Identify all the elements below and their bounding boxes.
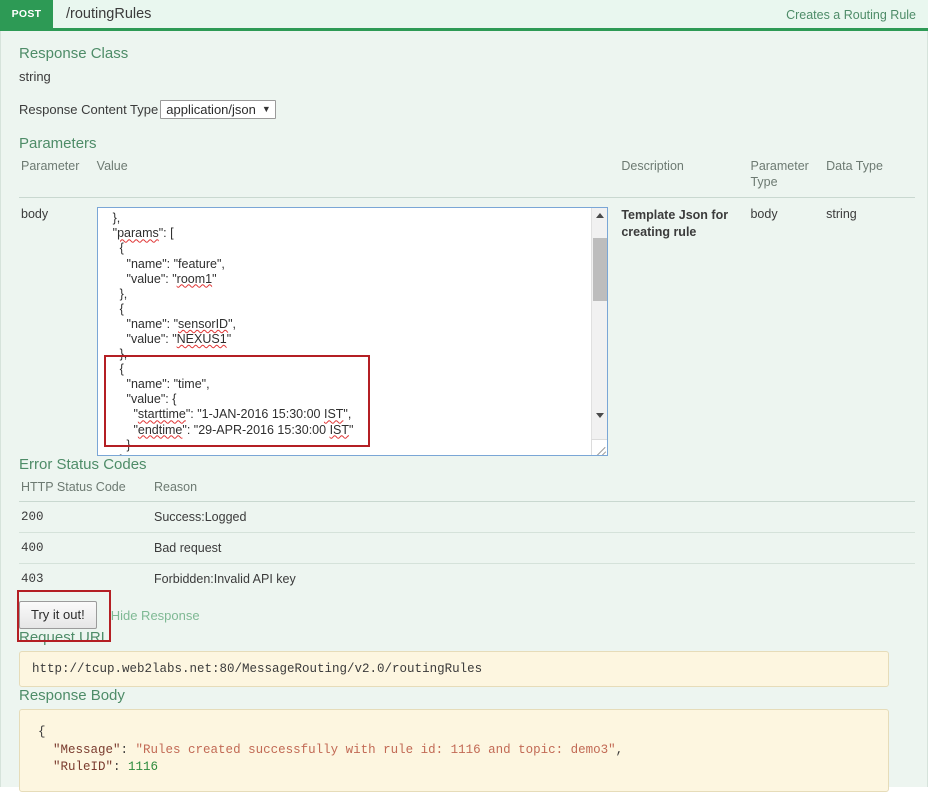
- table-row: 200 Success:Logged: [19, 501, 915, 534]
- status-col-reason: Reason: [152, 478, 915, 503]
- textarea-resize-handle[interactable]: [590, 439, 607, 456]
- response-content-type-label: Response Content Type: [19, 102, 159, 117]
- parameters-col-parameter-type: Parameter Type: [748, 157, 825, 199]
- body-textarea-wrapper: }, "params": [ { "name": "feature", "val…: [96, 207, 608, 457]
- response-body-content: { "Message": "Rules created successfully…: [19, 709, 889, 792]
- parameter-type-cell: body: [750, 207, 778, 222]
- error-status-codes-table: HTTP Status Code Reason 200 Success:Logg…: [19, 478, 915, 594]
- operation-summary: Creates a Routing Rule: [786, 8, 916, 22]
- response-content-type-select[interactable]: application/json ▼: [160, 100, 276, 119]
- parameter-value-cell: }, "params": [ { "name": "feature", "val…: [95, 198, 620, 457]
- status-code-value: 400: [19, 532, 152, 565]
- response-ruleid-key: "RuleID": [53, 760, 114, 775]
- response-content-type-row: Response Content Type application/json ▼: [19, 100, 913, 119]
- parameters-col-description: Description: [619, 157, 749, 199]
- scroll-down-arrow-icon[interactable]: [592, 408, 608, 423]
- request-url-heading: Request URL: [19, 629, 110, 647]
- response-class-heading: Response Class: [19, 45, 129, 62]
- request-url-value: http://tcup.web2labs.net:80/MessageRouti…: [19, 651, 889, 688]
- table-row: body }, "params": [ { "name": "feature",…: [19, 198, 915, 457]
- status-col-code: HTTP Status Code: [19, 478, 152, 503]
- parameters-col-data-type: Data Type: [824, 157, 915, 199]
- chevron-down-icon: ▼: [261, 104, 271, 114]
- operation-path[interactable]: /routingRules: [66, 6, 151, 22]
- scroll-up-arrow-icon[interactable]: [592, 208, 608, 223]
- parameters-table: Parameter Value Description Parameter Ty…: [19, 157, 915, 457]
- try-it-out-button[interactable]: Try it out!: [19, 601, 97, 630]
- body-json-textarea[interactable]: }, "params": [ { "name": "feature", "val…: [96, 207, 608, 457]
- scrollbar-thumb[interactable]: [592, 238, 607, 302]
- parameters-col-parameter: Parameter: [19, 157, 95, 199]
- status-code-value: 200: [19, 501, 152, 534]
- response-content-type-value: application/json: [166, 102, 256, 117]
- hide-response-link[interactable]: Hide Response: [111, 608, 200, 623]
- status-reason-value: Bad request: [152, 532, 915, 565]
- parameters-header-row: Parameter Value Description Parameter Ty…: [19, 157, 915, 199]
- parameter-data-type-cell: string: [826, 207, 857, 222]
- status-header-row: HTTP Status Code Reason: [19, 478, 915, 503]
- error-status-codes-heading: Error Status Codes: [19, 456, 147, 474]
- textarea-scrollbar[interactable]: [590, 208, 608, 456]
- table-row: 403 Forbidden:Invalid API key: [19, 564, 915, 595]
- parameter-name-cell: body: [21, 207, 49, 222]
- http-method-badge: POST: [0, 0, 53, 28]
- response-message-value: "Rules created successfully with rule id…: [135, 742, 616, 757]
- parameters-heading: Parameters: [19, 135, 97, 152]
- status-reason-value: Forbidden:Invalid API key: [154, 572, 296, 587]
- response-class-model: string: [19, 69, 51, 84]
- response-message-key: "Message": [53, 742, 121, 757]
- parameters-col-value: Value: [94, 157, 620, 199]
- operation-header[interactable]: POST /routingRules Creates a Routing Rul…: [0, 0, 928, 31]
- response-body-heading: Response Body: [19, 687, 125, 705]
- operation-body-panel: Response Class string Response Content T…: [0, 31, 928, 792]
- parameter-description-cell: Template Json for creating rule: [621, 208, 729, 240]
- status-code-value: 403: [21, 572, 44, 587]
- response-open-brace: {: [38, 725, 46, 740]
- try-it-out-row: Try it out! Hide Response: [17, 590, 913, 643]
- response-ruleid-value: 1116: [128, 760, 159, 775]
- status-reason-value: Success:Logged: [152, 501, 915, 534]
- table-row: 400 Bad request: [19, 532, 915, 565]
